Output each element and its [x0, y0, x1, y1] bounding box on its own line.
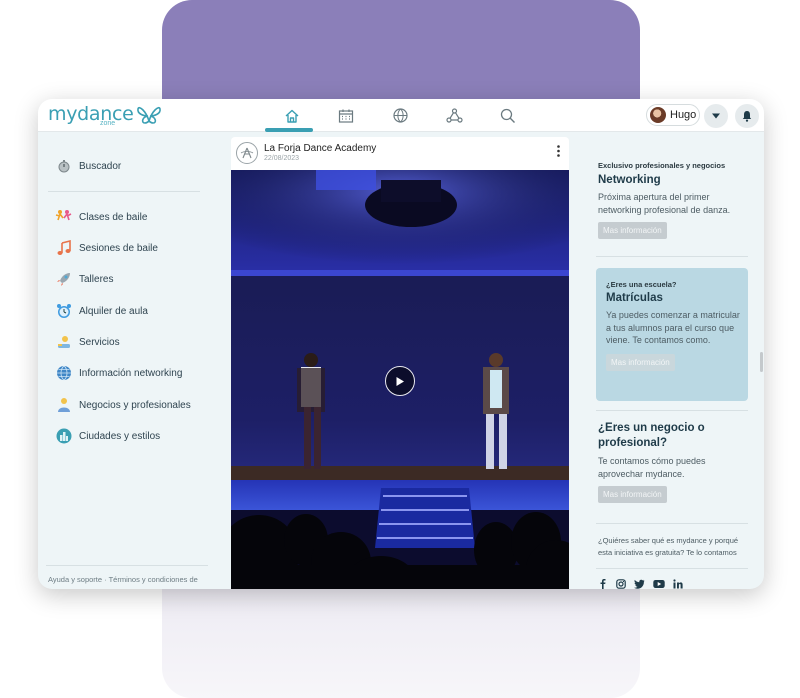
sidebar-item-sesiones[interactable]: Sesiones de baile	[55, 239, 158, 257]
about-text[interactable]: ¿Quiéres saber qué es mydance y porqué e…	[598, 535, 752, 559]
city-icon	[55, 427, 73, 445]
home-icon	[285, 109, 299, 123]
search-icon	[500, 108, 515, 123]
sidebar-item-alquiler[interactable]: Alquiler de aula	[55, 302, 148, 320]
sidebar-item-label: Buscador	[79, 160, 122, 172]
music-note-icon	[55, 239, 73, 257]
sidebar-item-servicios[interactable]: Servicios	[55, 333, 120, 351]
linkedin-icon[interactable]	[673, 579, 683, 589]
negocio-body: Te contamos cómo puedes aprovechar mydan…	[598, 456, 706, 479]
sidebar-item-talleres[interactable]: Talleres	[55, 270, 113, 288]
avatar	[650, 107, 666, 123]
sidebar-item-label: Alquiler de aula	[79, 305, 148, 317]
play-icon	[396, 376, 404, 386]
caret-down-icon	[712, 113, 720, 119]
dropdown-button[interactable]	[704, 104, 728, 128]
nav-calendar[interactable]	[319, 99, 373, 132]
sidebar-item-label: Negocios y profesionales	[79, 399, 191, 411]
sidebar-item-label: Clases de baile	[79, 211, 148, 223]
post-card: La Forja Dance Academy 22/08/2023	[231, 137, 569, 589]
instagram-icon[interactable]	[616, 579, 626, 589]
sidebar-item-ciudades[interactable]: Ciudades y estilos	[55, 427, 160, 445]
network-icon	[445, 108, 463, 123]
right-divider	[596, 410, 748, 411]
world-icon	[55, 364, 73, 382]
twitter-icon[interactable]	[634, 579, 645, 589]
nav-search[interactable]	[481, 99, 535, 132]
nav-globe[interactable]	[373, 99, 427, 132]
negocio-panel: ¿Eres un negocio o profesional? Te conta…	[598, 421, 750, 503]
video-player[interactable]	[231, 170, 569, 589]
stage: mydance zone Hugo Buscador Clases de bai…	[0, 0, 800, 698]
stopwatch-icon	[55, 157, 73, 175]
left-sidebar: Buscador Clases de baile Sesiones de bai…	[38, 133, 228, 589]
networking-more-button[interactable]: Mas información	[598, 222, 667, 239]
main-nav	[265, 99, 535, 132]
negocio-title: ¿Eres un negocio o profesional?	[598, 422, 705, 449]
footer-links[interactable]: Ayuda y soporte · Términos y condiciones…	[48, 575, 198, 584]
networking-kicker: Exclusivo profesionales y negocios	[598, 161, 726, 170]
matriculas-body: Ya puedes comenzar a matricular a tus al…	[606, 310, 740, 345]
user-menu[interactable]: Hugo	[646, 104, 700, 126]
matriculas-panel: ¿Eres una escuela? Matrículas Ya puedes …	[596, 268, 748, 401]
bell-icon	[742, 111, 752, 122]
calendar-icon	[338, 109, 354, 123]
logo[interactable]: mydance zone	[48, 103, 162, 127]
matriculas-title: Matrículas	[606, 292, 663, 304]
matriculas-kicker: ¿Eres una escuela?	[606, 280, 677, 289]
clock-icon	[55, 302, 73, 320]
globe-icon	[392, 108, 408, 123]
app-window: mydance zone Hugo Buscador Clases de bai…	[38, 99, 764, 589]
more-options-icon[interactable]	[557, 145, 560, 157]
networking-panel: Exclusivo profesionales y negocios Netwo…	[598, 161, 750, 239]
sidebar-item-label: Sesiones de baile	[79, 242, 158, 254]
rocket-icon	[55, 270, 73, 288]
top-bar: mydance zone Hugo	[38, 99, 764, 132]
sidebar-item-buscador[interactable]: Buscador	[55, 157, 121, 175]
sidebar-item-label: Información networking	[79, 367, 183, 379]
butterfly-icon	[136, 106, 161, 124]
services-icon	[55, 333, 73, 351]
footer-divider	[46, 565, 208, 566]
right-sidebar: Exclusivo profesionales y negocios Netwo…	[586, 133, 764, 589]
social-links	[598, 579, 683, 589]
dancers-icon	[55, 208, 73, 226]
post-date: 22/08/2023	[264, 155, 300, 162]
sidebar-divider	[48, 191, 200, 192]
notifications-button[interactable]	[735, 104, 759, 128]
sidebar-item-label: Servicios	[79, 336, 120, 348]
sidebar-item-label: Ciudades y estilos	[79, 430, 161, 442]
post-header: La Forja Dance Academy 22/08/2023	[231, 137, 569, 170]
right-divider	[596, 523, 748, 524]
nav-network[interactable]	[427, 99, 481, 132]
networking-body: Próxima apertura del primer networking p…	[598, 192, 731, 215]
facebook-icon[interactable]	[598, 579, 608, 589]
sidebar-item-label: Talleres	[79, 273, 114, 285]
youtube-icon[interactable]	[653, 579, 665, 589]
matriculas-more-button[interactable]: Mas información	[606, 353, 675, 371]
play-button[interactable]	[385, 366, 415, 396]
logo-text: mydance	[48, 103, 134, 125]
negocio-more-button[interactable]: Mas información	[598, 486, 667, 503]
networking-title: Networking	[598, 174, 661, 186]
post-author[interactable]: La Forja Dance Academy	[264, 143, 376, 154]
user-name: Hugo	[670, 109, 697, 121]
academy-logo[interactable]	[236, 142, 258, 164]
logo-sub: zone	[100, 120, 116, 127]
people-icon	[55, 396, 73, 414]
academy-logo-icon	[240, 147, 254, 159]
scrollbar-thumb[interactable]	[760, 352, 763, 372]
sidebar-item-negocios[interactable]: Negocios y profesionales	[55, 396, 191, 414]
sidebar-item-clases[interactable]: Clases de baile	[55, 208, 147, 226]
nav-home[interactable]	[265, 99, 319, 132]
right-divider	[596, 568, 748, 569]
right-divider	[596, 256, 748, 257]
sidebar-item-networking[interactable]: Información networking	[55, 364, 182, 382]
